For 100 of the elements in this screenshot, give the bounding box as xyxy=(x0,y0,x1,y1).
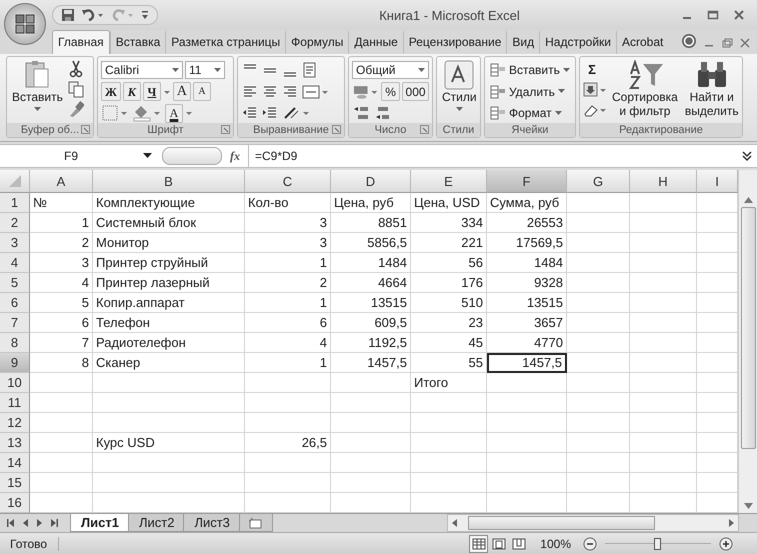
shrink-font-button[interactable]: A xyxy=(193,82,211,102)
caret-icon xyxy=(418,68,425,73)
undo-icon[interactable] xyxy=(81,8,105,22)
fill-down-icon[interactable] xyxy=(583,81,607,100)
column-header[interactable]: D xyxy=(331,170,411,194)
view-icon xyxy=(472,538,486,550)
row-header[interactable]: 4 xyxy=(0,253,30,274)
column-header[interactable]: C xyxy=(245,170,331,194)
bold-button[interactable]: Ж xyxy=(101,82,121,102)
row-header[interactable]: 15 xyxy=(0,473,30,494)
dialog-launcher-icon[interactable] xyxy=(332,125,341,134)
underline-button[interactable]: Ч xyxy=(142,82,161,102)
column-header[interactable]: I xyxy=(697,170,738,194)
table-cell xyxy=(567,313,630,334)
paste-button[interactable]: Вставить xyxy=(10,60,65,124)
sheet-nav-icon[interactable] xyxy=(48,517,59,530)
table-cell xyxy=(630,473,697,494)
table-cell: Телефон xyxy=(93,313,245,334)
office-button[interactable] xyxy=(4,3,46,45)
table-cell xyxy=(567,233,630,254)
view-icon xyxy=(492,538,506,550)
customize-icon[interactable] xyxy=(141,10,149,20)
maximize-icon[interactable] xyxy=(707,9,719,22)
font-field[interactable]: Calibri xyxy=(101,61,183,80)
column-header[interactable]: B xyxy=(93,170,245,194)
formula-bar-handle[interactable] xyxy=(162,147,222,166)
row-header[interactable]: 5 xyxy=(0,273,30,294)
table-cell: 1 xyxy=(245,353,331,374)
close-icon[interactable] xyxy=(733,9,745,22)
column-header[interactable]: G xyxy=(567,170,630,194)
insert-function-button[interactable]: fx xyxy=(222,148,248,164)
table-cell xyxy=(630,313,697,334)
row-header[interactable]: 12 xyxy=(0,413,30,434)
row-header[interactable]: 6 xyxy=(0,293,30,314)
table-cell: 26553 xyxy=(487,213,567,234)
formula-field[interactable]: =C9*D9 xyxy=(248,145,740,168)
cells-menu-button[interactable]: Формат xyxy=(488,104,572,124)
normal-view-button[interactable] xyxy=(469,534,488,553)
row-header[interactable]: 3 xyxy=(0,233,30,254)
column-header[interactable]: A xyxy=(30,170,93,194)
column-header[interactable]: H xyxy=(630,170,697,194)
table-cell xyxy=(567,413,630,434)
ribbon-tab[interactable]: Главная xyxy=(52,30,110,54)
dialog-launcher-icon[interactable] xyxy=(81,125,90,134)
find-select-button[interactable]: Найти и выделить xyxy=(682,60,741,124)
restore-icon[interactable] xyxy=(721,37,733,50)
borders-icon[interactable] xyxy=(101,104,129,122)
merge-cells-icon[interactable] xyxy=(301,82,329,101)
copy-icon[interactable] xyxy=(68,80,84,98)
cells-menu-button[interactable]: Вставить xyxy=(488,60,572,80)
sheet-tab[interactable]: Лист1 xyxy=(70,514,130,532)
row-header[interactable]: 2 xyxy=(0,213,30,234)
name-box[interactable]: F9 xyxy=(0,149,158,164)
italic-button[interactable]: К xyxy=(122,82,141,102)
row-header[interactable]: 14 xyxy=(0,453,30,474)
brush-icon[interactable] xyxy=(68,100,84,118)
thousands-button[interactable]: 000 xyxy=(402,82,429,102)
zoom-level: 100% xyxy=(540,536,571,551)
row-header[interactable]: 8 xyxy=(0,333,30,354)
dialog-launcher-icon[interactable] xyxy=(221,125,230,134)
table-cell: 1 xyxy=(30,213,93,234)
row-header[interactable]: 7 xyxy=(0,313,30,334)
new-sheet-tab[interactable] xyxy=(238,514,273,532)
horizontal-scrollbar[interactable] xyxy=(447,514,739,532)
scissors-icon[interactable] xyxy=(68,60,84,78)
table-cell xyxy=(30,453,93,474)
percent-button[interactable]: % xyxy=(381,82,400,102)
save-icon[interactable] xyxy=(61,8,75,22)
table-cell: 17569,5 xyxy=(487,233,567,254)
row-header[interactable]: 10 xyxy=(0,373,30,394)
number-format-field[interactable]: Общий xyxy=(352,61,429,80)
row-header[interactable]: 9 xyxy=(0,353,30,374)
table-cell xyxy=(567,393,630,414)
zoom-out-icon[interactable] xyxy=(583,536,597,551)
table-cell: 1457,5 xyxy=(331,353,411,374)
font-color-button[interactable]: A xyxy=(165,104,183,123)
row-header[interactable]: 1 xyxy=(0,193,30,214)
table-cell xyxy=(567,453,630,474)
select-all-button[interactable] xyxy=(0,170,30,194)
zoom-in-icon[interactable] xyxy=(719,536,733,551)
caret-icon xyxy=(34,107,41,112)
sheet-nav-icon[interactable] xyxy=(6,517,17,530)
row-header[interactable]: 16 xyxy=(0,493,30,514)
autosum-button[interactable]: Σ xyxy=(583,60,601,80)
font-size-field[interactable]: 11 xyxy=(185,61,225,80)
styles-button[interactable]: Стили xyxy=(440,60,479,124)
vertical-scrollbar[interactable] xyxy=(738,170,757,514)
dialog-launcher-icon[interactable] xyxy=(420,125,429,134)
grow-font-button[interactable]: A xyxy=(172,82,191,102)
column-header[interactable]: E xyxy=(411,170,487,194)
column-header[interactable]: F xyxy=(487,170,567,194)
help-icon[interactable] xyxy=(681,33,697,50)
row-header[interactable]: 11 xyxy=(0,393,30,414)
sheet-tab[interactable]: Лист2 xyxy=(128,514,186,532)
sheet-tab[interactable]: Лист3 xyxy=(183,514,241,532)
fill-color-icon[interactable] xyxy=(131,104,163,122)
row-header[interactable]: 13 xyxy=(0,433,30,454)
sort-filter-button[interactable]: Сортировка и фильтр xyxy=(610,60,680,124)
close-icon[interactable] xyxy=(739,37,751,50)
cells-menu-button[interactable]: Удалить xyxy=(488,82,572,102)
